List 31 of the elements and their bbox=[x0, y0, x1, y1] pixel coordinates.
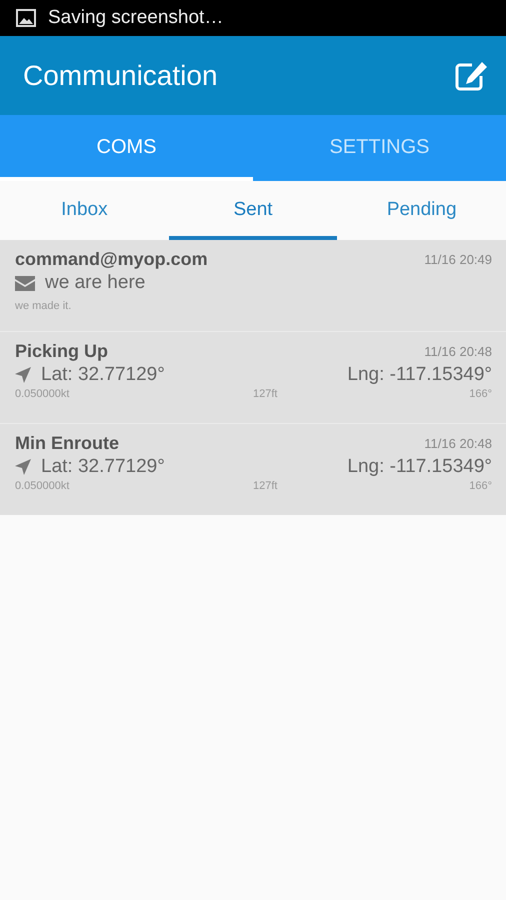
heading: 166° bbox=[469, 480, 492, 492]
message-title: Min Enroute bbox=[15, 433, 119, 454]
envelope-icon bbox=[15, 276, 35, 290]
subtab[interactable]: Inbox bbox=[0, 181, 169, 240]
timestamp: 11/16 20:48 bbox=[424, 436, 492, 451]
app-title: Communication bbox=[23, 60, 218, 92]
altitude: 127ft bbox=[253, 388, 278, 400]
message-subject: we are here bbox=[45, 272, 146, 294]
tab[interactable]: SETTINGS bbox=[253, 115, 506, 181]
compose-icon[interactable] bbox=[454, 60, 490, 92]
latitude: Lat: 32.77129° bbox=[41, 456, 165, 478]
notification-text: Saving screenshot… bbox=[48, 7, 224, 29]
longitude: Lng: -117.15349° bbox=[347, 456, 492, 478]
speed: 0.050000kt bbox=[15, 388, 70, 400]
heading: 166° bbox=[469, 388, 492, 400]
latitude: Lat: 32.77129° bbox=[41, 364, 165, 386]
subtab[interactable]: Pending bbox=[337, 181, 506, 240]
message-title: Picking Up bbox=[15, 341, 108, 362]
altitude: 127ft bbox=[253, 480, 278, 492]
timestamp: 11/16 20:48 bbox=[424, 344, 492, 359]
timestamp: 11/16 20:49 bbox=[424, 252, 492, 267]
navigation-arrow-icon bbox=[15, 459, 31, 475]
message-title: command@myop.com bbox=[15, 249, 208, 270]
speed: 0.050000kt bbox=[15, 480, 70, 492]
message-item[interactable]: Picking Up 11/16 20:48 Lat: 32.77129° Lng: -117.15349° 0.050000kt 127ft 166° bbox=[0, 331, 506, 423]
message-item[interactable]: Min Enroute 11/16 20:48 Lat: 32.77129° Lng: -117.15349° 0.050000kt 127ft 166° bbox=[0, 423, 506, 515]
message-body: we made it. bbox=[15, 300, 72, 312]
navigation-arrow-icon bbox=[15, 367, 31, 383]
longitude: Lng: -117.15349° bbox=[347, 364, 492, 386]
image-icon bbox=[16, 9, 36, 27]
message-item[interactable]: command@myop.com 11/16 20:49 we are here we made it. bbox=[0, 240, 506, 331]
